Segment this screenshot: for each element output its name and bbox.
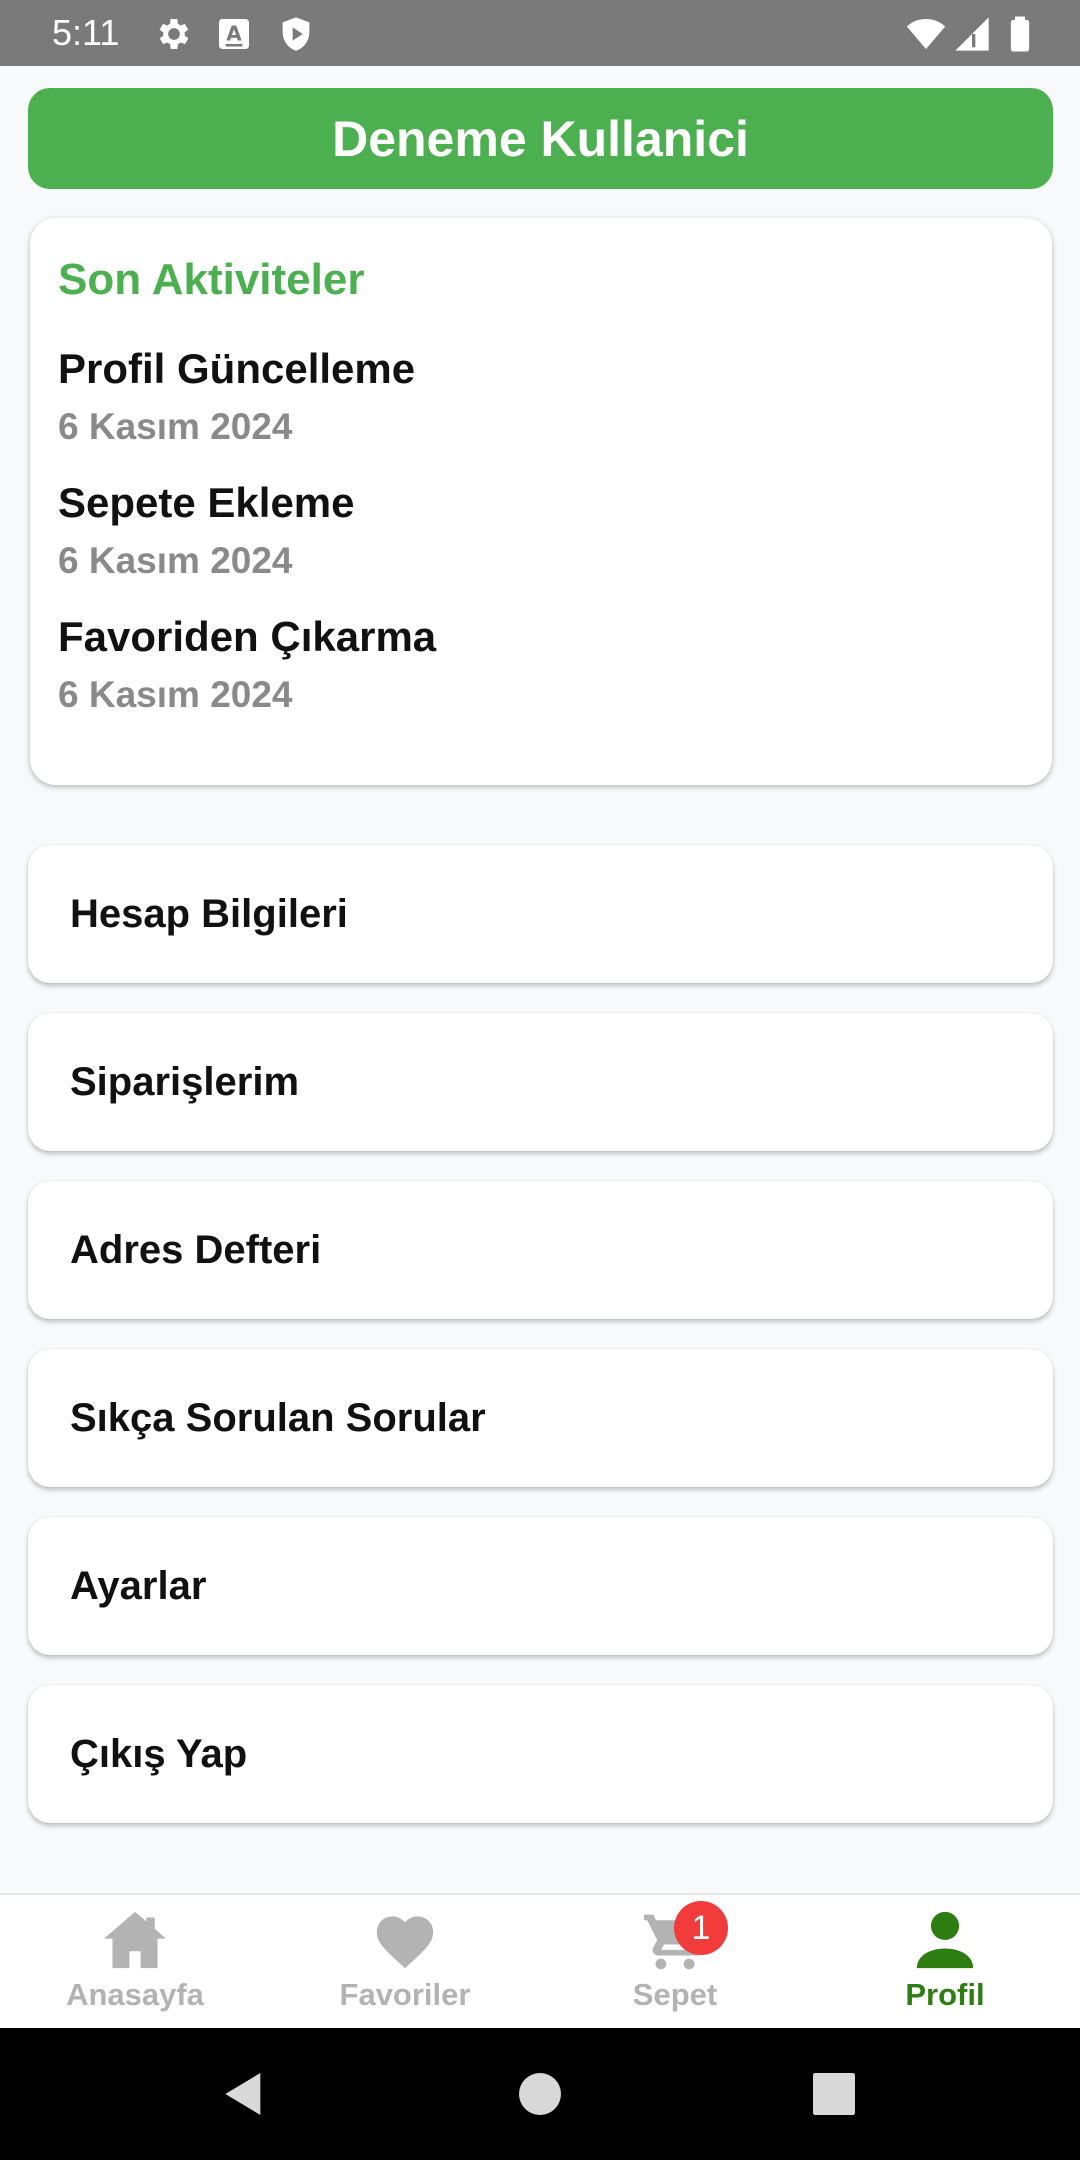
recents-icon[interactable] xyxy=(806,2066,862,2122)
activity-item: Favoriden Çıkarma 6 Kasım 2024 xyxy=(58,613,1022,715)
svg-text:A: A xyxy=(226,22,242,46)
home-icon xyxy=(104,1911,166,1969)
menu-item-settings[interactable]: Ayarlar xyxy=(28,1517,1053,1655)
home-button-icon[interactable] xyxy=(512,2066,568,2122)
wifi-icon xyxy=(906,19,946,49)
back-icon[interactable] xyxy=(216,2066,272,2122)
nav-label: Favoriler xyxy=(339,1977,471,2012)
signal-icon xyxy=(955,17,989,51)
menu-item-address-book[interactable]: Adres Defteri xyxy=(28,1181,1053,1319)
menu-item-logout[interactable]: Çıkış Yap xyxy=(28,1685,1053,1823)
menu-item-label: Hesap Bilgileri xyxy=(70,891,348,936)
cart-icon-wrapper: 1 xyxy=(640,1901,728,1971)
user-name: Deneme Kullanici xyxy=(332,110,749,167)
person-icon xyxy=(916,1911,974,1969)
shield-icon xyxy=(282,17,310,51)
menu-item-account-info[interactable]: Hesap Bilgileri xyxy=(28,845,1053,983)
nav-label: Anasayfa xyxy=(66,1977,204,2012)
battery-icon xyxy=(1010,16,1030,52)
activity-item: Sepete Ekleme 6 Kasım 2024 xyxy=(58,479,1022,581)
menu-item-orders[interactable]: Siparişlerim xyxy=(28,1013,1053,1151)
nav-label: Profil xyxy=(905,1977,985,2012)
recent-activities-title: Son Aktiviteler xyxy=(58,255,365,304)
nav-item-profile[interactable]: Profil xyxy=(810,1895,1080,2030)
status-bar: 5:11 A xyxy=(0,0,1080,66)
status-time: 5:11 xyxy=(52,12,120,53)
recent-activities-card: Son Aktiviteler Profil Güncelleme 6 Kası… xyxy=(30,218,1052,785)
menu-item-label: Siparişlerim xyxy=(70,1059,300,1104)
activity-name: Favoriden Çıkarma xyxy=(58,613,437,660)
bottom-nav: Anasayfa Favoriler 1 Sepet Profil xyxy=(0,1893,1080,2028)
nav-item-favorites[interactable]: Favoriler xyxy=(270,1895,540,2030)
nav-label: Sepet xyxy=(632,1977,718,2012)
menu-item-label: Sıkça Sorulan Sorular xyxy=(70,1395,486,1440)
keyboard-a-icon: A xyxy=(219,19,249,49)
activity-item: Profil Güncelleme 6 Kasım 2024 xyxy=(58,345,1022,447)
activity-date: 6 Kasım 2024 xyxy=(58,406,293,447)
nav-item-cart[interactable]: 1 Sepet xyxy=(540,1895,810,2030)
system-nav-bar xyxy=(0,2028,1080,2160)
menu-item-label: Çıkış Yap xyxy=(70,1731,248,1776)
cart-badge: 1 xyxy=(674,1901,728,1955)
menu-item-faq[interactable]: Sıkça Sorulan Sorular xyxy=(28,1349,1053,1487)
activity-date: 6 Kasım 2024 xyxy=(58,674,293,715)
menu-item-label: Ayarlar xyxy=(70,1563,207,1608)
menu-item-label: Adres Defteri xyxy=(70,1227,322,1272)
activity-name: Sepete Ekleme xyxy=(58,479,355,526)
nav-item-home[interactable]: Anasayfa xyxy=(0,1895,270,2030)
heart-icon xyxy=(376,1916,434,1969)
activity-date: 6 Kasım 2024 xyxy=(58,540,293,581)
profile-screen: 5:11 A Deneme Kullanici Son Aktiviteler … xyxy=(0,0,1080,2160)
user-name-header: Deneme Kullanici xyxy=(28,88,1053,189)
activity-name: Profil Güncelleme xyxy=(58,345,416,392)
gear-icon xyxy=(159,19,189,49)
